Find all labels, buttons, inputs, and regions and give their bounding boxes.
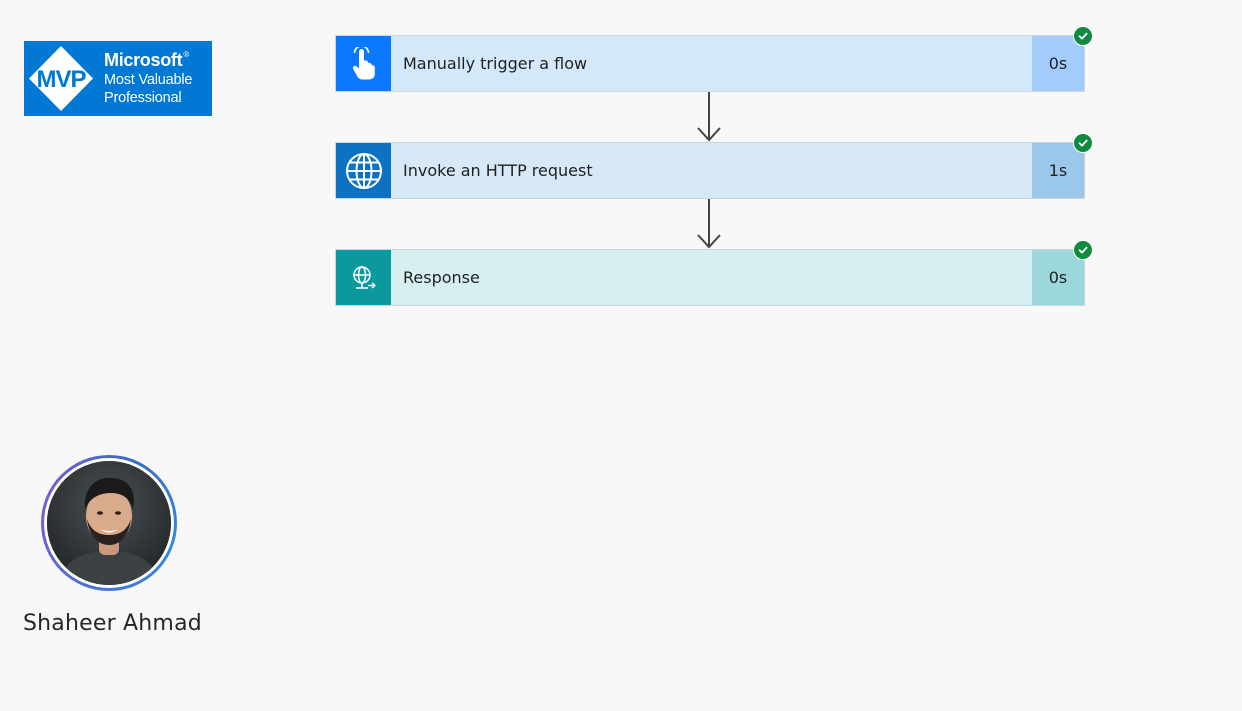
step-duration: 0s [1032,36,1084,91]
mvp-text: Microsoft® Most Valuable Professional [104,49,193,107]
step-label: Response [403,268,480,287]
step-duration: 1s [1032,143,1084,198]
step-label: Manually trigger a flow [403,54,588,73]
profile-photo [47,461,171,585]
mvp-brand-label: Microsoft [104,49,183,70]
avatar [41,455,177,591]
flow-run-diagram: Manually trigger a flow 0s Invoke an HTT… [335,26,1093,306]
mvp-line-2: Professional [104,89,182,106]
mvp-brand: Microsoft® [104,49,192,70]
flow-step-manual-trigger[interactable]: Manually trigger a flow 0s [335,26,1093,92]
step-label: Invoke an HTTP request [403,161,593,180]
success-check-icon [1073,26,1093,46]
registered-mark: ® [183,49,189,59]
hand-pointer-icon [336,36,391,91]
mvp-line-1: Most Valuable [104,71,193,88]
flow-connector-arrow [335,92,1085,142]
mvp-badge: MVP Microsoft® Most Valuable Professiona… [24,41,212,116]
success-check-icon [1073,240,1093,260]
flow-step-response[interactable]: Response 0s [335,240,1093,306]
mvp-mark: MVP [36,66,86,93]
globe-response-icon [336,250,391,305]
mvp-diamond-icon: MVP [24,41,98,116]
flow-step-http-request[interactable]: Invoke an HTTP request 1s [335,133,1093,199]
success-check-icon [1073,133,1093,153]
globe-icon [336,143,391,198]
profile-name: Shaheer Ahmad [23,611,202,636]
step-duration: 0s [1032,250,1084,305]
flow-connector-arrow [335,199,1085,249]
